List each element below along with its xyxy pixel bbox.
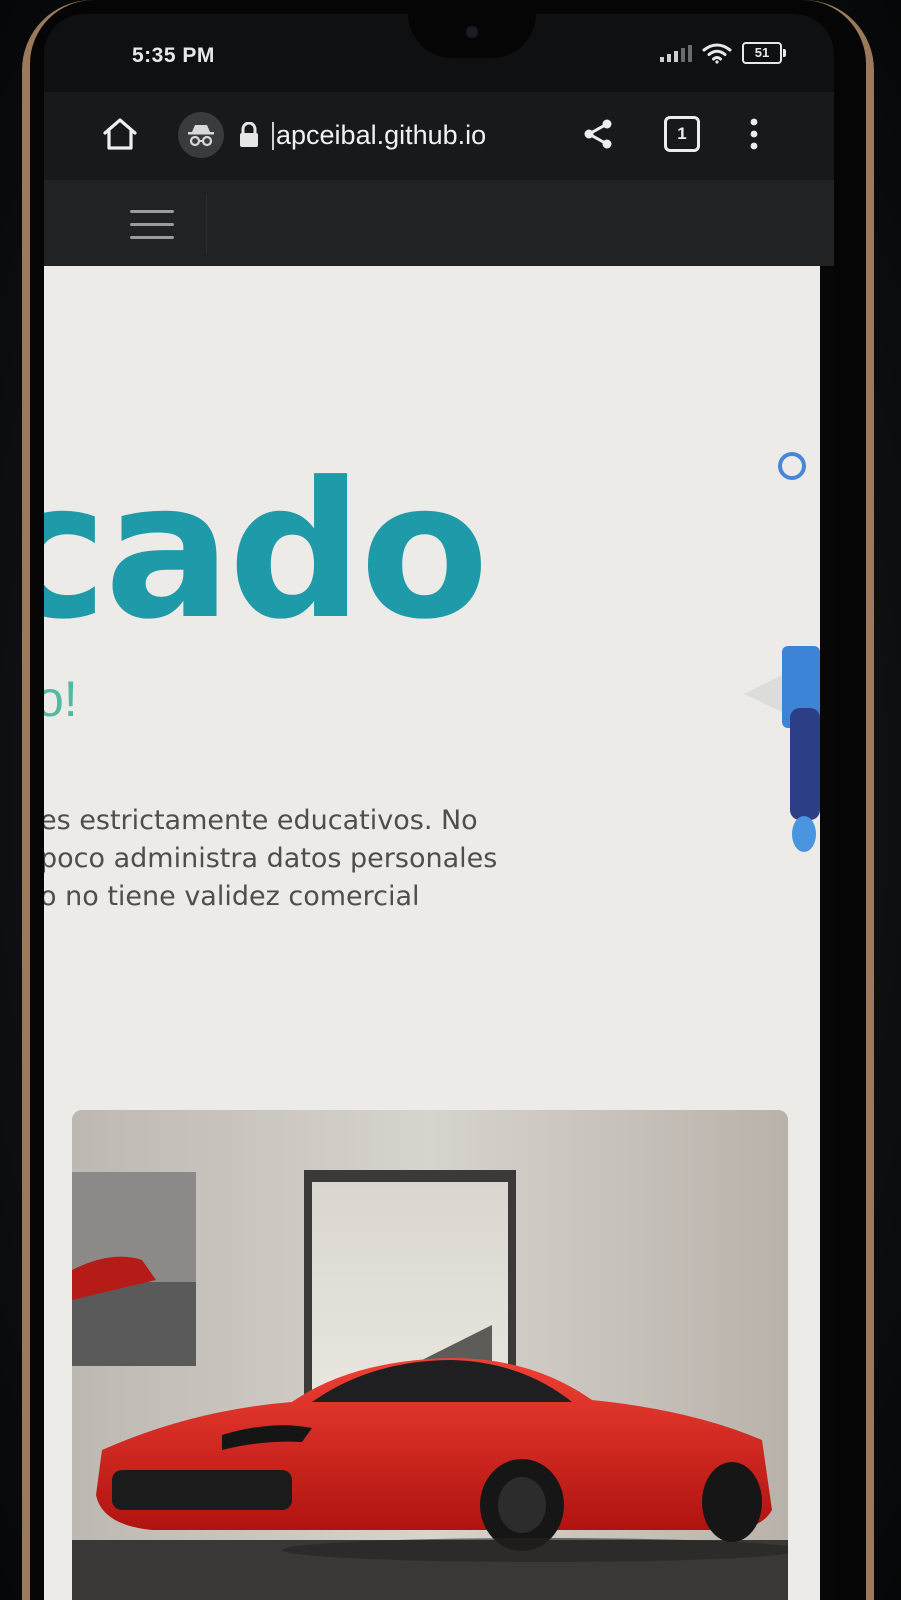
text-cursor — [272, 122, 274, 151]
more-vert-icon — [750, 118, 758, 150]
car-photo-card — [72, 1110, 788, 1600]
wifi-icon — [702, 43, 732, 64]
menu-toggle-button[interactable] — [86, 194, 207, 254]
hamburger-icon — [130, 209, 174, 239]
front-camera — [466, 26, 478, 38]
incognito-icon — [188, 125, 214, 147]
site-navbar — [44, 180, 834, 266]
disclaimer-line: es estrictamente educativos. No — [44, 805, 478, 836]
browser-toolbar: apceibal.github.io 1 — [44, 92, 834, 180]
screen-edge — [820, 266, 834, 1600]
photo-background: 5:35 PM 51 apceibal.github.io 1 cado o! … — [0, 0, 901, 1600]
hero-headline: cado — [44, 442, 489, 661]
disclaimer-text: es estrictamente educativos. No poco adm… — [44, 802, 604, 916]
lock-icon — [240, 122, 258, 147]
share-button[interactable] — [574, 110, 622, 158]
phone-screen: 5:35 PM 51 apceibal.github.io 1 cado o! … — [44, 14, 834, 1600]
page-content: cado o! es estrictamente educativos. No … — [44, 266, 834, 1600]
status-time: 5:35 PM — [132, 44, 215, 67]
address-bar[interactable]: apceibal.github.io — [164, 106, 574, 164]
tab-switcher-button[interactable]: 1 — [658, 110, 706, 158]
home-button[interactable] — [96, 110, 144, 158]
battery-icon: 51 — [742, 42, 786, 64]
share-icon — [584, 119, 612, 149]
more-menu-button[interactable] — [730, 110, 778, 158]
tab-count: 1 — [677, 124, 687, 143]
battery-level: 51 — [754, 45, 770, 60]
disclaimer-line: poco administra datos personales — [44, 843, 498, 874]
incognito-badge[interactable] — [178, 112, 224, 158]
url-text: apceibal.github.io — [276, 119, 487, 150]
illustration-figure — [744, 646, 820, 852]
url-text-wrap: apceibal.github.io — [272, 120, 486, 151]
decorative-ring — [778, 452, 806, 480]
status-icons: 51 — [660, 42, 786, 64]
tabs-icon: 1 — [664, 116, 700, 152]
hero-subhead: o! — [44, 671, 78, 727]
red-sports-car-photo — [72, 1110, 788, 1600]
signal-icon — [660, 44, 692, 62]
home-icon — [103, 118, 137, 150]
disclaimer-line: o no tiene validez comercial — [44, 881, 420, 912]
